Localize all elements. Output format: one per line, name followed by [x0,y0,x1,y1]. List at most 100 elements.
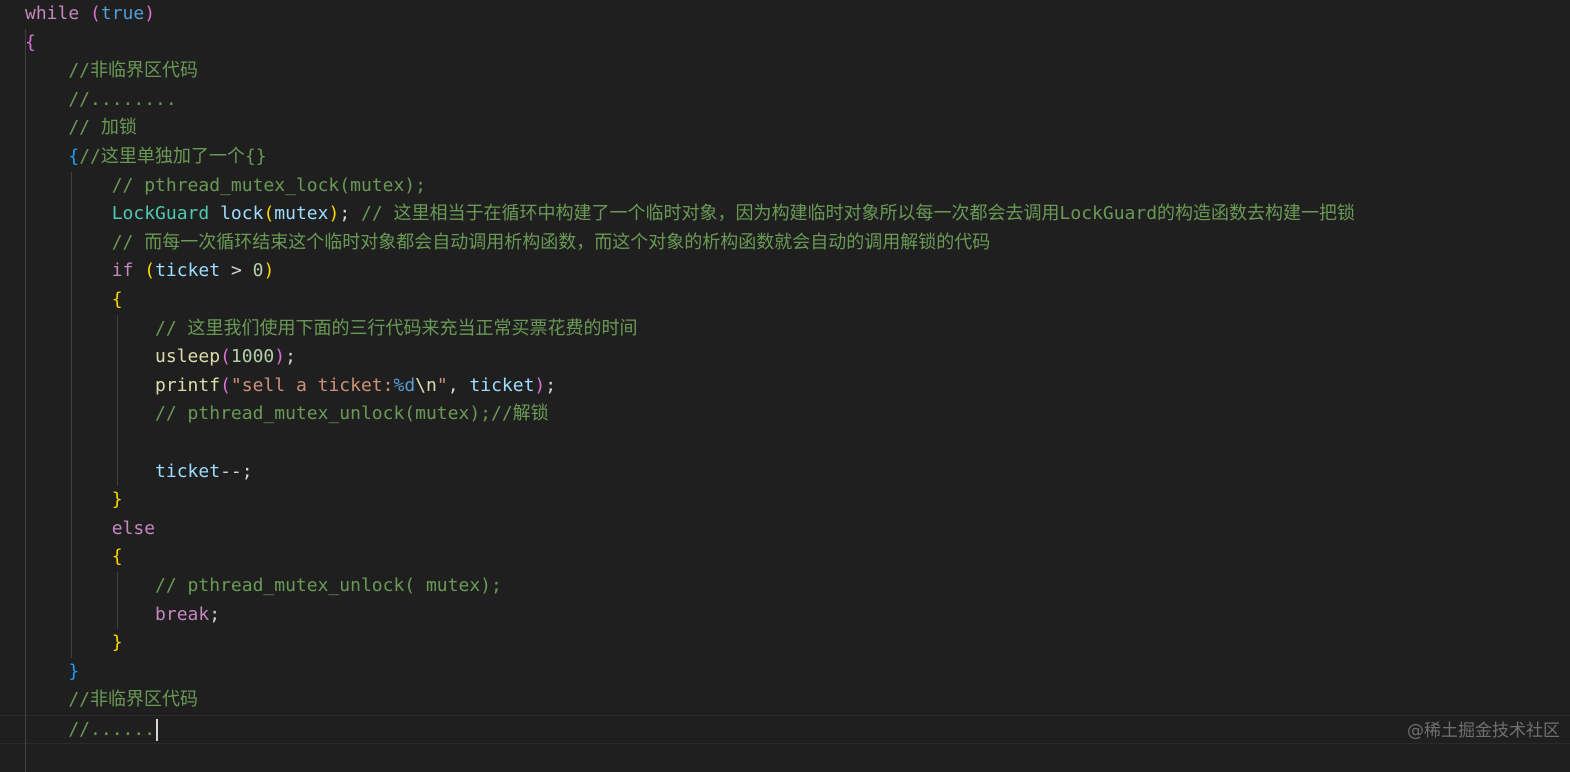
indent-guide [117,314,118,487]
code-line[interactable]: { [0,29,1570,58]
code-token: " [436,374,448,396]
code-line[interactable]: // 这里我们使用下面的三行代码来充当正常买票花费的时间 [0,315,1570,344]
code-token: // pthread_mutex_unlock( mutex); [25,575,502,596]
code-token: "sell a ticket: [230,374,394,396]
code-line-content: { [25,29,36,58]
code-line[interactable]: break; [0,601,1570,630]
code-token: ; [285,346,296,368]
code-line-content: // pthread_mutex_unlock( mutex); [25,572,502,601]
code-token: ) [534,374,546,396]
code-line[interactable]: { [0,543,1570,572]
watermark: @稀土掘金技术社区 [1407,721,1560,741]
code-line[interactable]: usleep(1000); [0,343,1570,372]
code-token: { [25,31,36,53]
code-token: { [68,146,80,167]
code-token: //非临界区代码 [25,689,199,711]
code-token: // pthread_mutex_lock(mutex); [25,174,426,196]
code-line-content: // pthread_mutex_unlock(mutex);//解锁 [25,400,549,429]
code-token: LockGuard [111,203,210,225]
code-line-content: //非临界区代码 [25,57,198,86]
code-token: ( [144,260,156,282]
code-token: true [100,3,145,24]
code-token: > [220,260,253,282]
code-line[interactable]: // 加锁 [0,114,1570,143]
closing-brace-partial: } [25,740,35,749]
code-line[interactable]: // pthread_mutex_lock(mutex); [0,172,1570,201]
code-token: 0 [252,260,264,282]
code-token: break [155,603,210,625]
code-line[interactable]: //非临界区代码 [0,57,1570,86]
code-line-content: //非临界区代码 [25,686,198,715]
code-token: { [111,546,123,568]
code-token: else [111,517,156,539]
code-token: \n [415,374,437,396]
code-line-content: // pthread_mutex_lock(mutex); [25,172,426,201]
code-line[interactable]: printf("sell a ticket:%d\n", ticket); [0,372,1570,401]
code-token: // 而每一次循环结束这个临时对象都会自动调用析构函数，而这个对象的析构函数就会… [25,231,991,253]
code-line[interactable]: } [0,658,1570,687]
code-line-content: { [25,286,123,315]
code-line-content: while (true) [25,0,155,29]
code-line[interactable]: while (true) [0,0,1570,29]
code-token: ( [220,374,231,396]
code-line[interactable]: // 而每一次循环结束这个临时对象都会自动调用析构函数，而这个对象的析构函数就会… [0,229,1570,258]
code-line-content: {//这里单独加了一个{} [25,143,267,172]
code-token: { [111,289,123,310]
code-token: ) [328,203,340,225]
code-token: ticket [155,460,221,482]
code-line[interactable]: //........ [0,86,1570,115]
code-token: //这里单独加了一个{} [79,146,267,167]
code-line[interactable]: // pthread_mutex_unlock(mutex);//解锁 [0,400,1570,429]
code-line[interactable] [0,429,1570,458]
code-line[interactable]: else [0,515,1570,544]
code-line[interactable]: //非临界区代码 [0,686,1570,715]
code-line[interactable]: LockGuard lock(mutex); // 这里相当于在循环中构建了一个… [0,200,1570,229]
code-line[interactable]: } [0,486,1570,515]
code-token: lock [220,203,264,225]
code-line-content: //...... [25,716,159,745]
code-line[interactable]: // pthread_mutex_unlock( mutex); [0,572,1570,601]
code-token: %d [393,374,416,396]
code-editor[interactable]: while (true){ //非临界区代码 //........ // 加锁 … [0,0,1570,772]
code-token: } [111,489,123,511]
code-line[interactable]: //...... [0,715,1570,744]
code-token: // 这里相当于在循环中构建了一个临时对象，因为构建临时对象所以每一次都会去调用… [361,203,1356,225]
code-line[interactable]: } [0,629,1570,658]
code-token: //...... [25,719,156,740]
code-token: // 加锁 [25,117,137,139]
code-token: , [447,374,470,396]
indent-guide [71,171,72,658]
code-line[interactable]: ticket--; [0,458,1570,487]
code-line-content: ticket--; [25,458,253,487]
code-line-content: { [25,543,123,572]
code-token: ( [263,203,275,225]
code-line[interactable]: {//这里单独加了一个{} [0,143,1570,172]
code-line[interactable]: { [0,286,1570,315]
code-line-content: } [25,629,123,658]
code-token: usleep [155,346,221,368]
code-token: } [111,632,123,654]
code-line-content: break; [25,601,220,630]
code-token: } [68,660,80,682]
code-token: printf [155,374,221,396]
code-line-content: LockGuard lock(mutex); // 这里相当于在循环中构建了一个… [25,200,1355,229]
code-token: ( [220,346,231,368]
code-token: ) [144,3,156,24]
code-line-content: // 加锁 [25,114,137,143]
code-token: if [111,260,134,282]
indent-guide [25,28,26,772]
code-line[interactable]: if (ticket > 0) [0,257,1570,286]
code-token: ticket [469,374,535,396]
